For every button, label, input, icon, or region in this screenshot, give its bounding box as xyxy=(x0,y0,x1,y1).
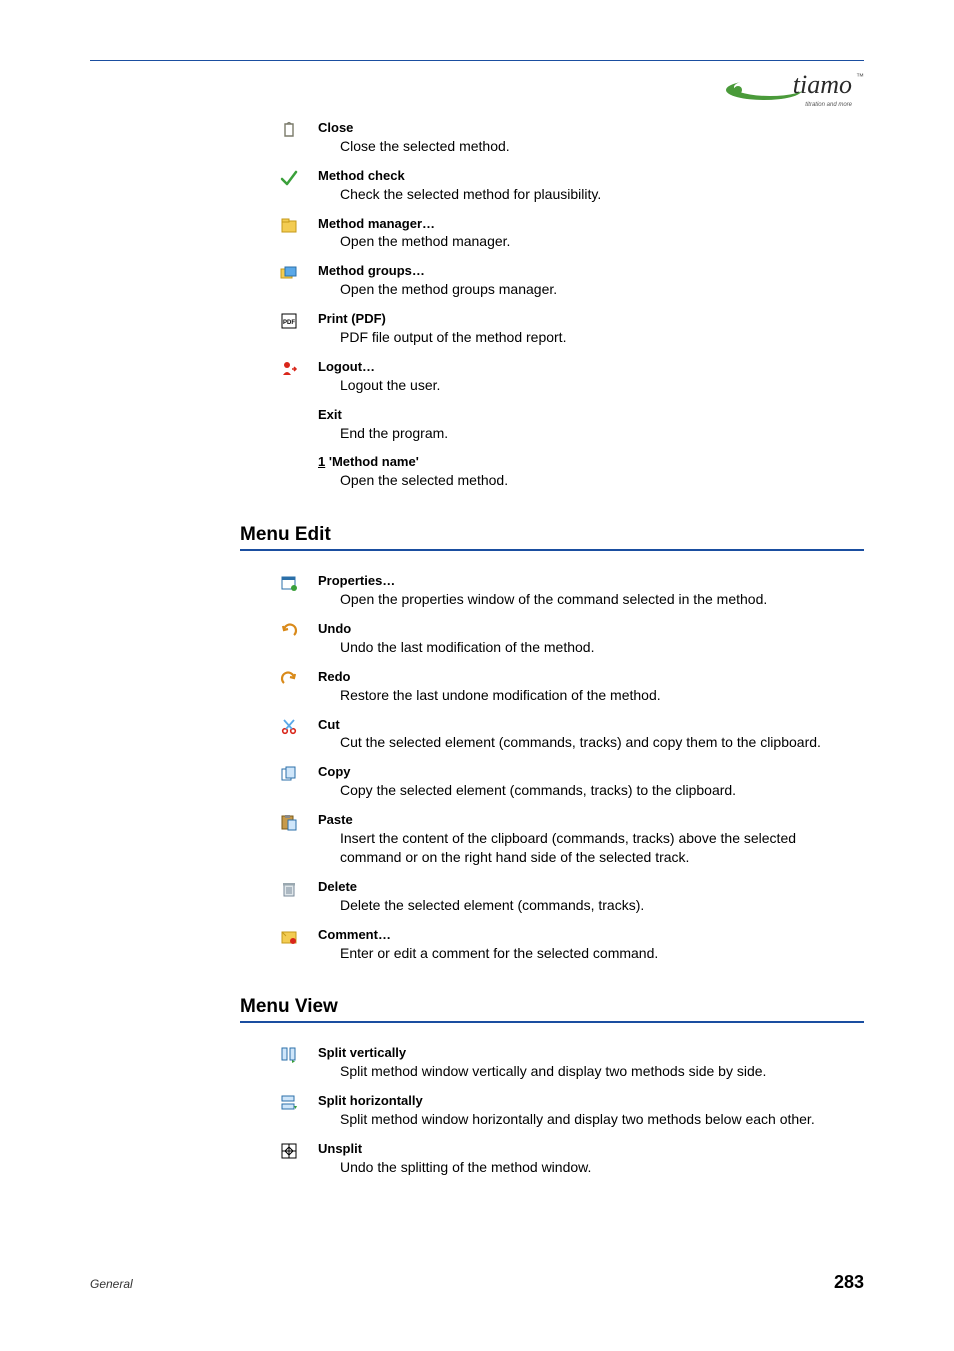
menu-item-desc: Cut the selected element (commands, trac… xyxy=(340,733,821,752)
menu-item-method-check: Method check Check the selected method f… xyxy=(280,168,864,204)
unsplit-icon xyxy=(280,1142,298,1160)
menu-item-desc: Check the selected method for plausibili… xyxy=(340,185,601,204)
menu-item-desc: Split method window horizontally and dis… xyxy=(340,1110,815,1129)
menu-item-redo: Redo Restore the last undone modificatio… xyxy=(280,669,864,705)
paste-icon xyxy=(280,813,298,831)
menu-item-title: Cut xyxy=(318,717,821,734)
menu-item-title: Paste xyxy=(318,812,860,829)
pdf-icon: PDF xyxy=(280,312,298,330)
footer-left: General xyxy=(90,1277,133,1291)
menu-item-print-pdf: PDF Print (PDF) PDF file output of the m… xyxy=(280,311,864,347)
cut-icon xyxy=(280,718,298,736)
menu-item-delete: Delete Delete the selected element (comm… xyxy=(280,879,864,915)
menu-item-undo: Undo Undo the last modification of the m… xyxy=(280,621,864,657)
menu-item-cut: Cut Cut the selected element (commands, … xyxy=(280,717,864,753)
close-icon xyxy=(280,121,298,139)
menu-item-split-vertical: Split vertically Split method window ver… xyxy=(280,1045,864,1081)
menu-item-desc: Open the properties window of the comman… xyxy=(340,590,767,609)
menu-item-desc: Close the selected method. xyxy=(340,137,510,156)
menu-item-desc: Insert the content of the clipboard (com… xyxy=(340,829,860,867)
section-heading-edit: Menu Edit xyxy=(240,524,864,551)
undo-icon xyxy=(280,622,298,640)
split-vertical-icon xyxy=(280,1046,298,1064)
menu-file-extra-list: Close Close the selected method. Method … xyxy=(280,120,864,490)
heading-text: Menu Edit xyxy=(240,524,331,545)
menu-item-title: Logout… xyxy=(318,359,440,376)
menu-item-comment: Comment… Enter or edit a comment for the… xyxy=(280,927,864,963)
logo-text: tiamo xyxy=(793,70,852,100)
menu-item-title: Delete xyxy=(318,879,644,896)
menu-item-method-groups: Method groups… Open the method groups ma… xyxy=(280,263,864,299)
delete-icon xyxy=(280,880,298,898)
menu-item-method-name: 1 'Method name' Open the selected method… xyxy=(280,454,864,490)
menu-item-exit: Exit End the program. xyxy=(280,407,864,443)
menu-item-desc: Open the selected method. xyxy=(340,471,508,490)
logout-icon xyxy=(280,360,298,378)
menu-item-title: Split horizontally xyxy=(318,1093,815,1110)
menu-item-title: Copy xyxy=(318,764,736,781)
menu-item-properties: Properties… Open the properties window o… xyxy=(280,573,864,609)
menu-item-desc: Restore the last undone modification of … xyxy=(340,686,661,705)
top-rule xyxy=(90,60,864,61)
menu-item-title: Unsplit xyxy=(318,1141,591,1158)
menu-item-title: Properties… xyxy=(318,573,767,590)
copy-icon xyxy=(280,765,298,783)
split-horizontal-icon xyxy=(280,1094,298,1112)
menu-item-desc: Split method window vertically and displ… xyxy=(340,1062,766,1081)
svg-text:PDF: PDF xyxy=(283,320,295,326)
section-heading-view: Menu View xyxy=(240,996,864,1023)
redo-icon xyxy=(280,670,298,688)
logo: tiamo ™ titration and more xyxy=(724,68,864,108)
menu-item-title: Print (PDF) xyxy=(318,311,566,328)
menu-item-paste: Paste Insert the content of the clipboar… xyxy=(280,812,864,867)
comment-icon xyxy=(280,928,298,946)
menu-view-list: Split vertically Split method window ver… xyxy=(280,1045,864,1176)
method-name-rest: 'Method name' xyxy=(325,454,419,469)
menu-item-desc: Open the method manager. xyxy=(340,232,510,251)
menu-item-desc: Open the method groups manager. xyxy=(340,280,557,299)
heading-text: Menu View xyxy=(240,996,338,1017)
menu-item-desc: End the program. xyxy=(340,424,448,443)
menu-item-desc: Undo the splitting of the method window. xyxy=(340,1158,591,1177)
menu-item-title: Method manager… xyxy=(318,216,510,233)
menu-edit-list: Properties… Open the properties window o… xyxy=(280,573,864,962)
menu-item-title: Redo xyxy=(318,669,661,686)
menu-item-desc: Logout the user. xyxy=(340,376,440,395)
content: Close Close the selected method. Method … xyxy=(90,120,864,1261)
logo-trademark: ™ xyxy=(856,72,864,81)
footer-page-number: 283 xyxy=(834,1272,864,1293)
menu-item-title: Undo xyxy=(318,621,594,638)
menu-item-desc: Enter or edit a comment for the selected… xyxy=(340,944,658,963)
menu-item-title: Exit xyxy=(318,407,448,424)
logo-subtitle: titration and more xyxy=(805,102,852,108)
menu-item-title: Split vertically xyxy=(318,1045,766,1062)
menu-item-title: Method check xyxy=(318,168,601,185)
menu-item-unsplit: Unsplit Undo the splitting of the method… xyxy=(280,1141,864,1177)
menu-item-title: Method groups… xyxy=(318,263,557,280)
page: tiamo ™ titration and more Close Close t… xyxy=(0,0,954,1351)
menu-item-logout: Logout… Logout the user. xyxy=(280,359,864,395)
properties-icon xyxy=(280,574,298,592)
method-manager-icon xyxy=(280,217,298,235)
menu-item-title: Close xyxy=(318,120,510,137)
menu-item-copy: Copy Copy the selected element (commands… xyxy=(280,764,864,800)
menu-item-desc: Delete the selected element (commands, t… xyxy=(340,896,644,915)
menu-item-desc: Copy the selected element (commands, tra… xyxy=(340,781,736,800)
method-groups-icon xyxy=(280,264,298,282)
menu-item-desc: Undo the last modification of the method… xyxy=(340,638,594,657)
menu-item-title: 1 'Method name' xyxy=(318,454,508,471)
menu-item-close: Close Close the selected method. xyxy=(280,120,864,156)
menu-item-split-horizontal: Split horizontally Split method window h… xyxy=(280,1093,864,1129)
menu-item-method-manager: Method manager… Open the method manager. xyxy=(280,216,864,252)
menu-item-title: Comment… xyxy=(318,927,658,944)
menu-item-desc: PDF file output of the method report. xyxy=(340,328,566,347)
method-check-icon xyxy=(280,169,298,187)
